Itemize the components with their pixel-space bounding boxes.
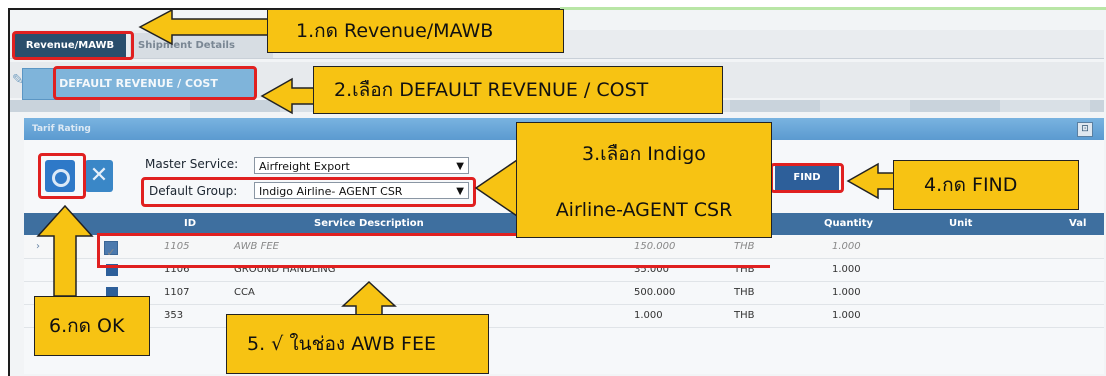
arrow-up-icon (36, 204, 94, 297)
arrow-up-icon (341, 280, 397, 317)
callout-step1: 1.กด Revenue/MAWB (267, 9, 564, 53)
callout-step2: 2.เลือก DEFAULT REVENUE / COST (313, 66, 723, 114)
callout-step4: 4.กด FIND (893, 160, 1079, 210)
callout-step5: 5. √ ในช่อง AWB FEE (226, 314, 489, 374)
arrow-left-icon (138, 8, 276, 46)
callout-step3-line1: 3.เลือก Indigo (582, 143, 706, 165)
arrow-left-icon (846, 162, 896, 200)
callout-step3: 3.เลือก Indigo Airline-AGENT CSR (516, 122, 772, 238)
callout-step3-line2: Airline-AGENT CSR (555, 199, 733, 221)
callout-step6: 6.กด OK (34, 296, 150, 356)
arrow-left-icon (260, 77, 321, 115)
